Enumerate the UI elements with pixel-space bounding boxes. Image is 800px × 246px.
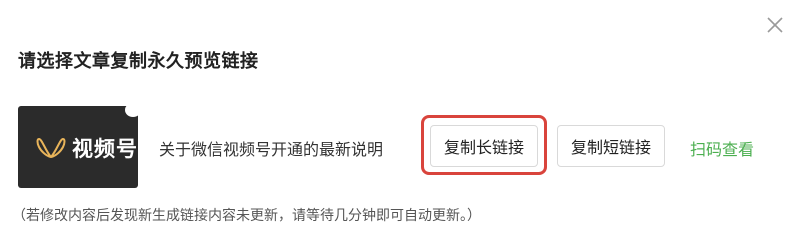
scan-to-view-link[interactable]: 扫码查看 [690, 136, 754, 160]
article-title: 关于微信视频号开通的最新说明 [159, 140, 384, 159]
cover-corner-decoration [125, 103, 141, 117]
copy-preview-link-dialog: 请选择文章复制永久预览链接 视频号 关于微信视频号开通的最新说明 复制长链接 复… [0, 0, 800, 246]
copy-short-link-button[interactable]: 复制短链接 [557, 125, 665, 167]
article-row: 视频号 关于微信视频号开通的最新说明 复制长链接 复制短链接 扫码查看 [18, 103, 788, 188]
video-channel-logo: 视频号 [36, 133, 138, 163]
copy-long-link-button[interactable]: 复制长链接 [430, 125, 538, 167]
close-icon [767, 17, 783, 33]
update-note: （若修改内容后发现新生成链接内容未更新，请等待几分钟即可自动更新。） [12, 208, 481, 224]
video-channel-logo-icon [36, 138, 66, 158]
article-cover: 视频号 [18, 103, 141, 188]
logo-text: 视频号 [72, 137, 138, 161]
dialog-title: 请选择文章复制永久预览链接 [18, 51, 259, 72]
close-button[interactable] [764, 14, 786, 36]
